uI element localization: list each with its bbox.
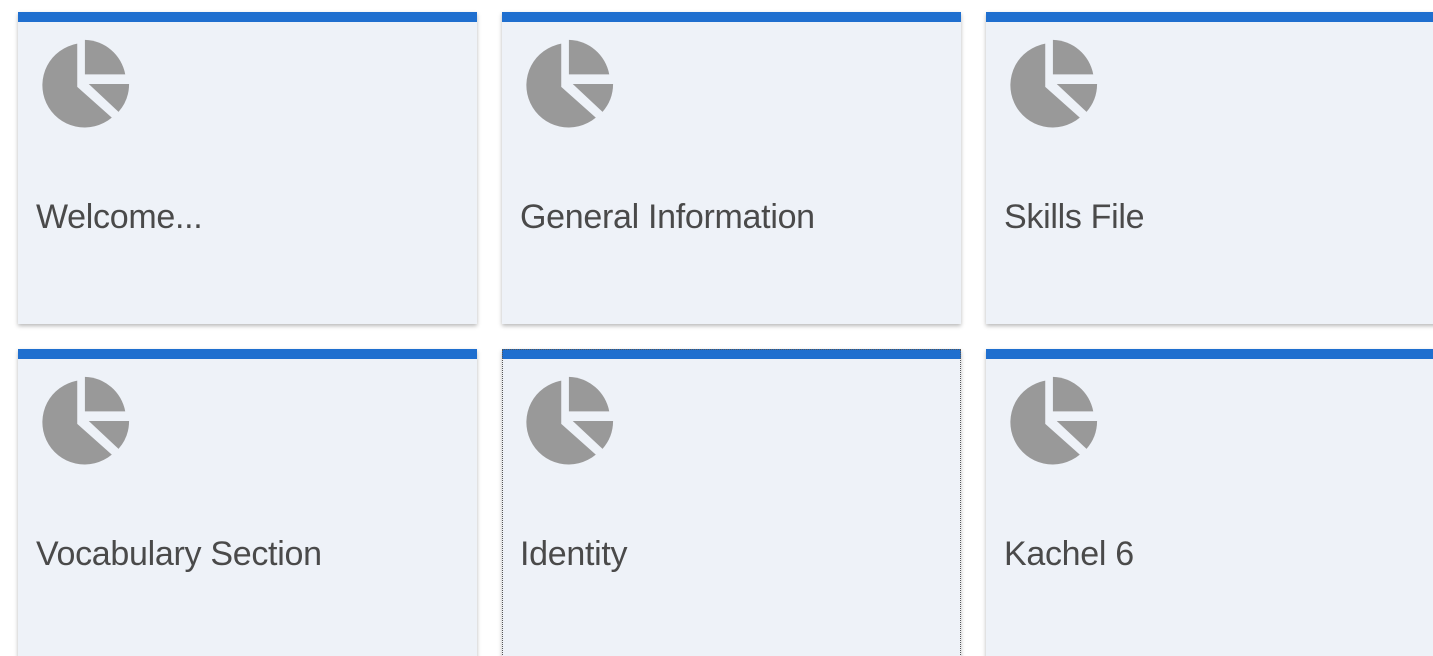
tile-grid: Welcome... General Information Skills Fi… <box>0 0 1433 656</box>
tile-identity[interactable]: Identity <box>502 349 961 656</box>
tile-vocabulary-section[interactable]: Vocabulary Section <box>18 349 477 656</box>
pie-chart-icon <box>1003 36 1099 132</box>
pie-chart-icon <box>1003 373 1099 469</box>
tile-skills-file[interactable]: Skills File <box>986 12 1433 324</box>
tile-label: Skills File <box>1004 198 1145 236</box>
tile-kachel-6[interactable]: Kachel 6 <box>986 349 1433 656</box>
tile-welcome[interactable]: Welcome... <box>18 12 477 324</box>
tile-label: Kachel 6 <box>1004 535 1134 573</box>
tile-label: Welcome... <box>36 198 203 236</box>
tile-label: Vocabulary Section <box>36 535 322 573</box>
tile-general-information[interactable]: General Information <box>502 12 961 324</box>
tile-label: Identity <box>520 535 628 573</box>
pie-chart-icon <box>519 36 615 132</box>
pie-chart-icon <box>35 36 131 132</box>
pie-chart-icon <box>519 373 615 469</box>
pie-chart-icon <box>35 373 131 469</box>
tile-label: General Information <box>520 198 815 236</box>
